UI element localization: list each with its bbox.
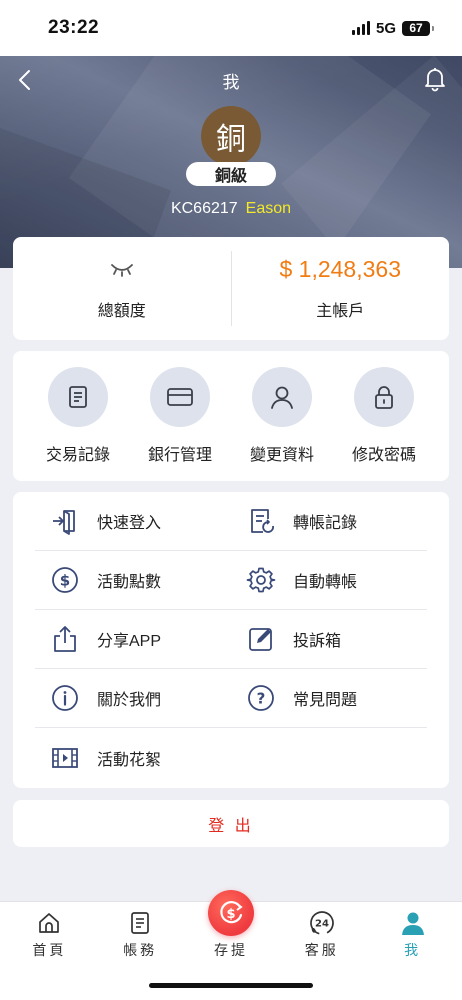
svg-text:$: $ xyxy=(60,572,70,590)
network-label: 5G xyxy=(375,19,396,37)
action-transaction-records[interactable]: 交易記錄 xyxy=(28,351,128,481)
main-account-amount: $ 1,248,363 xyxy=(279,256,401,282)
menu-card: 快速登入 轉帳記錄 $ 活動點數 自動轉帳 分享APP 投訴箱 關於我們 ? 常… xyxy=(13,492,449,788)
menu-label: 轉帳記錄 xyxy=(293,515,358,532)
lock-icon xyxy=(354,367,414,427)
tab-label: 帳務 xyxy=(123,942,158,958)
login-door-icon xyxy=(49,505,81,537)
signal-icon xyxy=(351,21,370,35)
balance-card: 總額度 $ 1,248,363 主帳戶 xyxy=(13,237,449,340)
home-icon xyxy=(36,910,62,936)
menu-quick-login[interactable]: 快速登入 xyxy=(35,492,231,550)
user-info: KC66217 Eason xyxy=(0,200,462,218)
menu-share-app[interactable]: 分享APP xyxy=(35,610,231,668)
menu-label: 自動轉帳 xyxy=(293,574,358,591)
action-label: 修改密碼 xyxy=(351,447,416,464)
profile-icon xyxy=(400,910,426,936)
svg-text:$: $ xyxy=(226,907,235,922)
tab-label: 客服 xyxy=(304,942,339,958)
tab-label: 我 xyxy=(404,942,422,958)
action-label: 銀行管理 xyxy=(147,447,212,464)
menu-complaint-box[interactable]: 投訴箱 xyxy=(231,610,427,668)
menu-faq[interactable]: ? 常見問題 xyxy=(231,669,427,727)
question-icon: ? xyxy=(245,682,277,714)
action-change-profile[interactable]: 變更資料 xyxy=(232,351,332,481)
user-icon xyxy=(252,367,312,427)
tab-label: 首頁 xyxy=(32,942,67,958)
menu-about-us[interactable]: 關於我們 xyxy=(35,669,231,727)
home-indicator xyxy=(149,983,313,988)
info-icon xyxy=(49,682,81,714)
menu-label: 常見問題 xyxy=(293,692,358,709)
tab-label: 存提 xyxy=(213,942,248,958)
card-icon xyxy=(150,367,210,427)
status-indicators: 5G 67 xyxy=(351,19,434,37)
eye-closed-icon[interactable] xyxy=(109,256,135,283)
status-time: 23:22 xyxy=(48,17,100,38)
menu-row: 快速登入 轉帳記錄 xyxy=(35,492,427,551)
level-badge: 銅級 xyxy=(186,162,276,186)
total-credit-label: 總額度 xyxy=(97,303,146,320)
transfer-record-icon xyxy=(245,505,277,537)
menu-label: 關於我們 xyxy=(97,692,162,709)
action-label: 交易記錄 xyxy=(45,447,110,464)
bell-icon[interactable] xyxy=(422,66,448,92)
tab-me[interactable]: 我 xyxy=(367,902,458,1000)
menu-row: 關於我們 ? 常見問題 xyxy=(35,669,427,728)
avatar: 銅 xyxy=(201,106,261,166)
menu-row: 分享APP 投訴箱 xyxy=(35,610,427,669)
ledger-icon xyxy=(127,910,153,936)
menu-row: 活動花絮 xyxy=(35,728,427,787)
logout-button[interactable]: 登 出 xyxy=(13,800,449,847)
menu-label: 活動點數 xyxy=(97,574,162,591)
menu-event-highlights[interactable]: 活動花絮 xyxy=(35,728,231,787)
status-bar: 23:22 5G 67 xyxy=(0,0,462,56)
film-icon xyxy=(49,742,81,774)
deposit-withdraw-icon: $ xyxy=(207,890,254,936)
user-id: KC66217 xyxy=(170,200,238,217)
total-credit[interactable]: 總額度 xyxy=(13,237,231,340)
menu-auto-transfer[interactable]: 自動轉帳 xyxy=(231,551,427,609)
battery-icon: 67 xyxy=(402,20,434,36)
logout-label: 登 出 xyxy=(208,817,254,835)
main-account[interactable]: $ 1,248,363 主帳戶 xyxy=(232,237,450,340)
dollar-circle-icon: $ xyxy=(49,564,81,596)
quick-actions-card: 交易記錄 銀行管理 變更資料 修改密碼 xyxy=(13,351,449,481)
edit-box-icon xyxy=(245,623,277,655)
svg-text:?: ? xyxy=(257,690,266,708)
user-name: Eason xyxy=(245,200,292,217)
support-24h-icon: 24 xyxy=(309,910,335,936)
menu-label: 活動花絮 xyxy=(97,751,162,769)
page-title: 我 xyxy=(222,73,240,92)
menu-label: 快速登入 xyxy=(97,515,162,532)
main-account-label: 主帳戶 xyxy=(316,303,365,320)
tab-home[interactable]: 首頁 xyxy=(4,902,95,1000)
svg-text:24: 24 xyxy=(315,919,329,930)
menu-empty-slot xyxy=(231,728,427,787)
menu-label: 分享APP xyxy=(97,633,162,650)
action-change-password[interactable]: 修改密碼 xyxy=(334,351,434,481)
gear-icon xyxy=(245,564,277,596)
menu-transfer-records[interactable]: 轉帳記錄 xyxy=(231,492,427,550)
menu-activity-points[interactable]: $ 活動點數 xyxy=(35,551,231,609)
share-icon xyxy=(49,623,81,655)
action-bank-management[interactable]: 銀行管理 xyxy=(130,351,230,481)
document-icon xyxy=(48,367,108,427)
menu-row: $ 活動點數 自動轉帳 xyxy=(35,551,427,610)
action-label: 變更資料 xyxy=(249,447,314,464)
menu-label: 投訴箱 xyxy=(293,633,342,650)
